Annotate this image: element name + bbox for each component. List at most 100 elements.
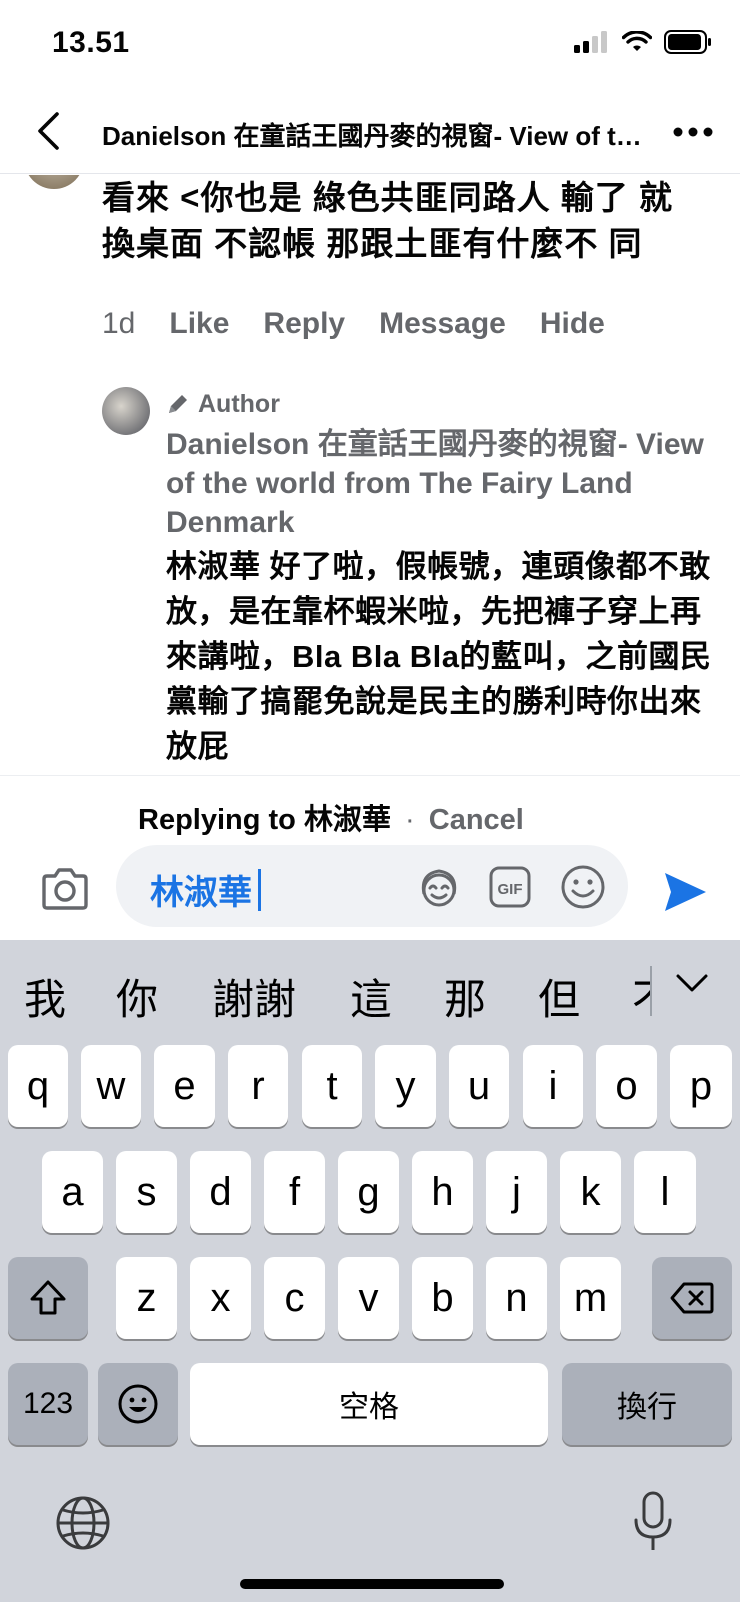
home-indicator[interactable] [240,1579,504,1589]
camera-button[interactable] [40,867,90,913]
shift-icon [30,1280,66,1315]
comment-input[interactable]: 林淑華 GIF [116,845,628,927]
key-r[interactable]: r [228,1045,288,1127]
key-u[interactable]: u [449,1045,509,1127]
candidate-item[interactable]: 那 [444,966,486,1027]
key-l[interactable]: l [634,1151,696,1233]
key-p[interactable]: p [670,1045,732,1127]
svg-text:GIF: GIF [498,881,523,898]
avatar-sticker-button[interactable] [416,864,462,910]
key-b[interactable]: b [412,1257,473,1339]
microphone-icon [634,1491,672,1550]
key-q[interactable]: q [8,1045,68,1127]
expand-candidates-button[interactable] [672,968,718,1008]
emoji-icon [561,865,605,909]
shift-key[interactable] [8,1257,88,1339]
key-h[interactable]: h [412,1151,473,1233]
battery-icon [664,30,711,54]
cellular-signal-icon [574,31,607,53]
key-y[interactable]: y [375,1045,436,1127]
key-c[interactable]: c [264,1257,325,1339]
send-button[interactable] [662,869,708,915]
reply-author-avatar[interactable] [102,387,150,435]
status-icons [574,30,712,54]
candidate-divider [650,966,652,1016]
key-f[interactable]: f [264,1151,325,1233]
key-x[interactable]: x [190,1257,251,1339]
dictation-button[interactable] [632,1490,674,1554]
candidate-item[interactable]: 你 [116,966,158,1027]
key-i[interactable]: i [523,1045,583,1127]
reply-author-name[interactable]: Danielson 在童話王國丹麥的視窗- View of the world … [166,425,726,542]
key-m[interactable]: m [560,1257,621,1339]
key-v[interactable]: v [338,1257,399,1339]
status-time: 13.51 [52,26,130,59]
avatar-sticker-icon [421,869,457,907]
text-caret [258,868,261,911]
emoji-key[interactable] [98,1363,178,1445]
replying-label: Replying to 林淑華 [138,804,391,836]
key-w[interactable]: w [81,1045,141,1127]
reply-text: 林淑華 好了啦，假帳號，連頭像都不敢放，是在靠杯蝦米啦，先把褲子穿上再來講啦，B… [166,549,712,764]
wifi-icon [622,31,652,51]
page-title: Danielson 在童話王國丹麥的視窗- View of the world … [102,121,642,151]
key-k[interactable]: k [560,1151,621,1233]
comment-input-value[interactable]: 林淑華 [150,865,261,914]
key-t[interactable]: t [302,1045,362,1127]
mention-tag: 林淑華 [150,874,252,912]
key-g[interactable]: g [338,1151,399,1233]
cancel-reply-button[interactable]: Cancel [429,804,524,836]
return-key[interactable]: 換行 [562,1363,732,1445]
emoji-keyboard-icon [118,1384,158,1424]
comment-composer: 林淑華 GIF [0,845,740,940]
emoji-button[interactable] [560,864,606,910]
replying-separator: · [405,804,415,836]
chevron-down-icon [676,974,708,992]
globe-icon [56,1496,110,1550]
send-icon [665,873,706,911]
candidate-item[interactable]: 但 [538,966,580,1027]
candidate-bar: 我 你 謝謝 這 那 但 不 [0,940,740,1042]
more-horizontal-icon [673,127,713,137]
reply-body: Author Danielson 在童話王國丹麥的視窗- View of the… [166,387,726,769]
pencil-icon [169,395,187,413]
replying-bar: Replying to 林淑華 · Cancel [0,775,740,845]
author-badge: Author [166,387,726,421]
post-header: Danielson 在童話王國丹麥的視窗- View of the world … [0,90,740,174]
backspace-icon [670,1282,714,1314]
hide-button[interactable]: Hide [540,307,605,341]
comment-thread: 看來 <你也是 綠色共匪同路人 輸了 就 換桌面 不認帳 那跟土匪有什麼不 同 … [0,175,740,775]
candidate-item[interactable]: 不 [632,966,650,1027]
gif-button[interactable]: GIF [488,865,532,909]
numbers-key[interactable]: 123 [8,1363,88,1445]
key-j[interactable]: j [486,1151,547,1233]
replying-indicator: Replying to 林淑華 · Cancel [138,796,524,838]
key-z[interactable]: z [116,1257,177,1339]
message-button[interactable]: Message [379,307,506,341]
comment-text: 看來 <你也是 綠色共匪同路人 輸了 就 換桌面 不認帳 那跟土匪有什麼不 同 [102,179,673,262]
camera-icon [42,868,88,910]
key-n[interactable]: n [486,1257,547,1339]
backspace-key[interactable] [652,1257,732,1339]
key-a[interactable]: a [42,1151,103,1233]
globe-button[interactable] [54,1494,112,1552]
comment-actions: 1d Like Reply Message Hide [102,307,605,341]
gif-icon: GIF [489,866,531,908]
key-d[interactable]: d [190,1151,251,1233]
like-button[interactable]: Like [169,307,229,341]
candidate-item[interactable]: 謝謝 [212,966,296,1027]
key-s[interactable]: s [116,1151,177,1233]
commenter-avatar[interactable] [24,175,84,189]
status-bar: 13.51 [0,0,740,90]
key-e[interactable]: e [154,1045,215,1127]
author-badge-label: Author [198,389,280,418]
back-button[interactable] [28,108,68,154]
key-o[interactable]: o [596,1045,657,1127]
more-options-button[interactable] [668,114,718,150]
candidate-item[interactable]: 我 [24,966,66,1027]
candidate-item[interactable]: 這 [350,966,392,1027]
comment-time: 1d [102,307,136,340]
space-key[interactable]: 空格 [190,1363,548,1445]
reply-button[interactable]: Reply [263,307,345,341]
chevron-left-icon [38,112,59,150]
